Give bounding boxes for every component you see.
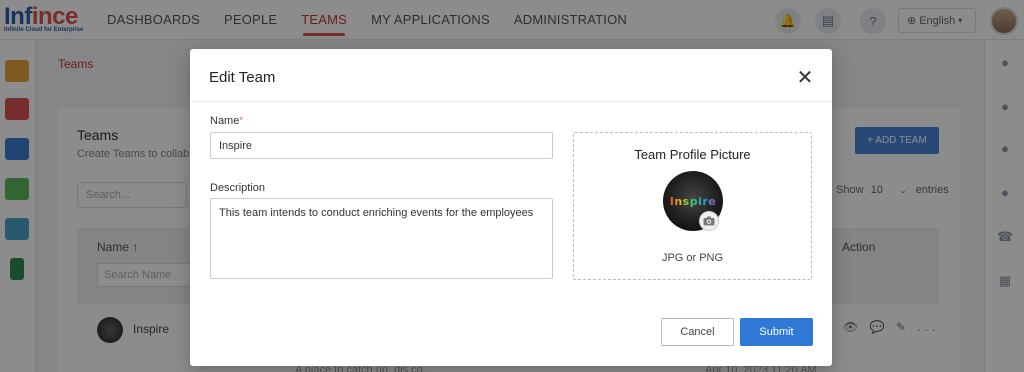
description-textarea[interactable]: This team intends to conduct enriching e… — [210, 198, 553, 279]
name-label-text: Name — [210, 115, 240, 127]
dialog-title: Edit Team — [209, 69, 276, 86]
description-label: Description — [210, 182, 266, 194]
dialog-divider — [190, 101, 832, 102]
picture-format-hint: JPG or PNG — [661, 252, 724, 264]
camera-icon[interactable] — [699, 211, 719, 231]
name-input[interactable] — [210, 132, 553, 159]
cancel-button[interactable]: Cancel — [661, 318, 734, 346]
profile-picture-dropzone[interactable]: Team Profile Picture Inspire JPG or PNG — [573, 132, 812, 280]
submit-button[interactable]: Submit — [740, 318, 813, 346]
required-mark: * — [239, 115, 243, 125]
picture-title: Team Profile Picture — [634, 147, 751, 162]
team-profile-image-text: Inspire — [669, 194, 717, 208]
edit-team-dialog: Edit Team ✕ Name* Description This team … — [190, 49, 832, 366]
name-label: Name* — [210, 115, 243, 127]
close-icon[interactable]: ✕ — [793, 66, 817, 90]
